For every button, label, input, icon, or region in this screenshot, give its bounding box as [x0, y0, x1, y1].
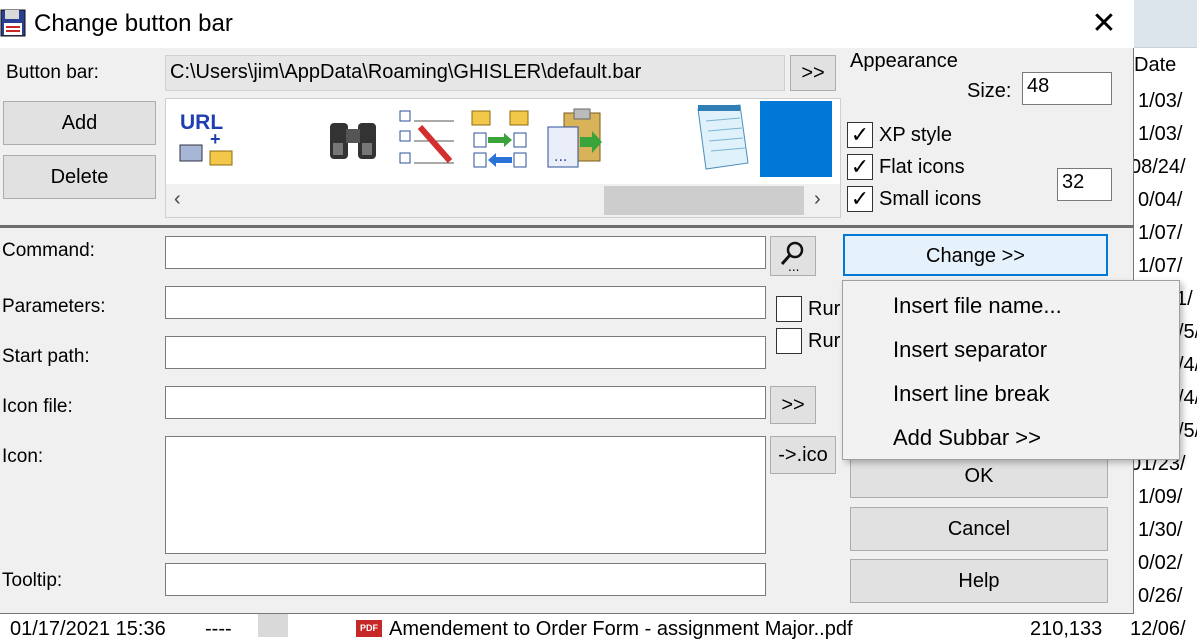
- background-date-cell: 1/07/: [1138, 222, 1183, 244]
- command-input[interactable]: [165, 236, 766, 269]
- button-bar-label: Button bar:: [6, 62, 99, 83]
- magnifier-browse-icon: ...: [780, 241, 804, 274]
- help-button[interactable]: Help: [850, 559, 1108, 603]
- svg-text:...: ...: [554, 149, 567, 165]
- small-icons-label: Small icons: [879, 188, 982, 210]
- start-path-input[interactable]: [165, 336, 766, 369]
- background-date-cell: 1/03/: [1138, 90, 1183, 112]
- scroll-right-arrow-icon[interactable]: ›: [814, 188, 821, 211]
- file-name: Amendement to Order Form - assignment Ma…: [389, 618, 853, 640]
- background-date-header[interactable]: Date: [1134, 54, 1176, 77]
- add-button[interactable]: Add: [3, 101, 156, 145]
- icon-label: Icon:: [2, 446, 44, 467]
- background-date-cell: 0/02/: [1138, 552, 1183, 574]
- background-date-cell: 1/03/: [1138, 123, 1183, 145]
- background-date-cell: /4/: [1178, 354, 1197, 376]
- close-button[interactable]: ✕: [1074, 0, 1134, 48]
- background-date-cell: 0/26/: [1138, 585, 1183, 607]
- appearance-heading: Appearance: [850, 50, 958, 72]
- floppy-disk-icon: [0, 9, 26, 37]
- button-bar-path[interactable]: C:\Users\jim\AppData\Roaming\GHISLER\def…: [165, 55, 785, 91]
- file-date: 12/06/: [1130, 618, 1186, 640]
- flat-icons-label: Flat icons: [879, 156, 965, 178]
- icon-file-browse-button[interactable]: >>: [770, 386, 816, 424]
- horizontal-scrollbar[interactable]: ‹ ›: [166, 184, 840, 217]
- change-dropdown-menu: Insert file name... Insert separator Ins…: [842, 280, 1180, 460]
- parameters-input[interactable]: [165, 286, 766, 319]
- menu-item-insert-line-break[interactable]: Insert line break: [893, 381, 1050, 407]
- svg-text:...: ...: [788, 260, 799, 273]
- browse-button-bar-button[interactable]: >>: [790, 55, 836, 91]
- background-date-cell: /5/: [1178, 321, 1197, 343]
- background-file-row[interactable]: 01/17/2021 15:36 ---- PDF Amendement to …: [0, 614, 1197, 640]
- icon-file-label: Icon file:: [2, 396, 73, 417]
- convert-to-ico-button[interactable]: ->.ico: [770, 436, 836, 474]
- blue-square-icon[interactable]: [760, 101, 832, 177]
- binoculars-icon[interactable]: [326, 113, 380, 167]
- url-connect-icon[interactable]: URL +: [178, 107, 236, 169]
- tooltip-input[interactable]: [165, 563, 766, 596]
- menu-item-insert-separator[interactable]: Insert separator: [893, 337, 1047, 363]
- scroll-thumb[interactable]: [604, 186, 804, 215]
- button-bar-preview[interactable]: URL + ... ‹ ›: [165, 98, 841, 218]
- menu-item-add-subbar[interactable]: Add Subbar >>: [893, 425, 1041, 451]
- title-bar[interactable]: Change button bar ✕: [0, 0, 1134, 48]
- size-label: Size:: [967, 80, 1012, 102]
- sync-folders-icon[interactable]: [470, 107, 532, 171]
- background-date-cell: /5/: [1178, 420, 1197, 442]
- xp-style-label: XP style: [879, 124, 952, 146]
- background-date-cell: 0/04/: [1138, 189, 1183, 211]
- file-attributes: ----: [205, 618, 232, 640]
- size-input[interactable]: 48: [1022, 72, 1112, 105]
- run-maximized-checkbox[interactable]: [776, 328, 802, 354]
- svg-text:+: +: [210, 129, 221, 149]
- parameters-label: Parameters:: [2, 296, 106, 317]
- pdf-file-icon: PDF: [356, 620, 382, 637]
- small-icon-size-input[interactable]: 32: [1057, 168, 1112, 201]
- background-date-cell: 1/09/: [1138, 486, 1183, 508]
- menu-item-insert-file-name[interactable]: Insert file name...: [893, 293, 1062, 319]
- xp-style-checkbox[interactable]: ✓: [847, 122, 873, 148]
- background-date-cell: 08/24/: [1130, 156, 1186, 178]
- start-path-label: Start path:: [2, 346, 90, 367]
- small-icons-checkbox[interactable]: ✓: [847, 186, 873, 212]
- background-date-cell: 1/07/: [1138, 255, 1183, 277]
- icon-list[interactable]: [165, 436, 766, 554]
- tooltip-label: Tooltip:: [2, 570, 63, 591]
- column-separator: [258, 614, 288, 637]
- file-datetime: 01/17/2021 15:36: [10, 618, 166, 640]
- run-minimized-checkbox[interactable]: [776, 296, 802, 322]
- background-date-cell: /4/: [1178, 387, 1197, 409]
- edit-list-icon[interactable]: [398, 107, 458, 171]
- scroll-left-arrow-icon[interactable]: ‹: [174, 188, 181, 211]
- ok-button[interactable]: OK: [850, 454, 1108, 498]
- cancel-button[interactable]: Cancel: [850, 507, 1108, 551]
- background-date-cell: 1/30/: [1138, 519, 1183, 541]
- file-size: 210,133: [1030, 618, 1103, 640]
- flat-icons-checkbox[interactable]: ✓: [847, 154, 873, 180]
- change-button[interactable]: Change >>: [843, 234, 1108, 276]
- background-column-header: [1134, 0, 1197, 48]
- command-label: Command:: [2, 240, 95, 261]
- run-minimized-label: Rur: [808, 298, 841, 320]
- command-browse-button[interactable]: ...: [770, 236, 816, 276]
- appearance-group: Appearance Size: 48 ✓ XP style ✓ Flat ic…: [843, 48, 1134, 220]
- dialog-title: Change button bar: [34, 10, 233, 37]
- icon-file-input[interactable]: [165, 386, 766, 419]
- section-divider: [0, 225, 1134, 228]
- paste-file-icon[interactable]: ...: [544, 107, 606, 171]
- run-maximized-label: Rur: [808, 330, 841, 352]
- delete-button[interactable]: Delete: [3, 155, 156, 199]
- notepad-icon[interactable]: [688, 103, 752, 171]
